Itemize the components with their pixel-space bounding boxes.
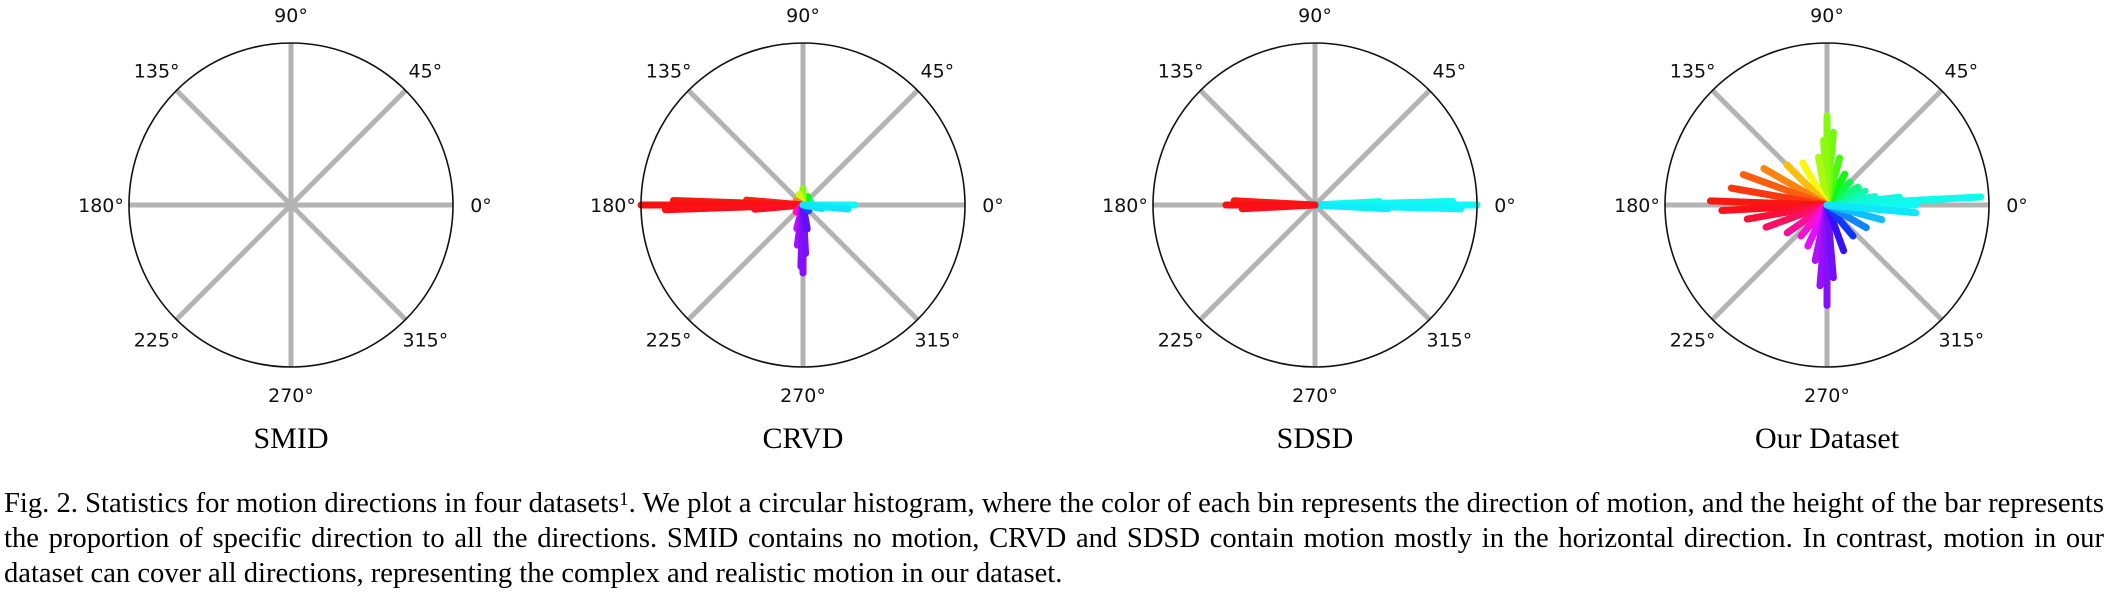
tick-label: 180° [1614,195,1660,217]
tick-label: 45° [409,61,443,83]
tick-label: 45° [1945,61,1979,83]
tick-label: 45° [1433,61,1467,83]
tick-label: 135° [134,61,180,83]
tick-label: 45° [921,61,955,83]
tick-label: 0° [982,195,1004,217]
histogram-bin [1238,201,1319,213]
tick-label: 225° [1158,329,1204,351]
gridline-315 [1313,203,1432,322]
gridline-225 [1198,203,1317,322]
tick-label: 135° [1158,61,1204,83]
histogram-bin [799,201,852,213]
panel-title: SMID [253,422,329,455]
histogram-bin [1311,201,1392,213]
polar-chart-3: 0° 45° 90° 135° 180° 225° 270° 315° [1614,5,2028,407]
tick-label: 90° [1298,5,1332,27]
tick-label: 90° [786,5,820,27]
polar-chart-0: 0° 45° 90° 135° 180° 225° 270° 315° [78,5,492,407]
gridline-45 [801,88,920,207]
panel-title: Our Dataset [1754,422,1900,455]
tick-label: 270° [780,385,826,407]
tick-label: 90° [1810,5,1844,27]
tick-label: 180° [1102,195,1148,217]
figure-caption: Fig. 2. Statistics for motion directions… [4,486,2104,591]
gridline-315 [289,203,408,322]
caption-prefix: Fig. 2. Statistics for motion directions… [4,488,620,519]
tick-label: 270° [268,385,314,407]
gridline-45 [1313,88,1432,207]
tick-label: 180° [590,195,636,217]
gridline-225 [686,203,805,322]
gridline-135 [686,88,805,207]
tick-label: 0° [1494,195,1516,217]
tick-label: 135° [1670,61,1716,83]
gridline-135 [174,88,293,207]
tick-label: 315° [1938,329,1984,351]
tick-label: 225° [134,329,180,351]
tick-label: 225° [646,329,692,351]
tick-label: 315° [402,329,448,351]
gridline-45 [289,88,408,207]
caption-footnote-mark: 1 [619,489,629,510]
gridline-135 [1198,88,1317,207]
tick-label: 90° [274,5,308,27]
gridline-225 [174,203,293,322]
polar-chart-2: 0° 45° 90° 135° 180° 225° 270° 315° [1102,5,1516,407]
tick-label: 180° [78,195,124,217]
tick-label: 225° [1670,329,1716,351]
tick-label: 0° [470,195,492,217]
tick-label: 135° [646,61,692,83]
gridline-315 [801,203,920,322]
tick-label: 270° [1292,385,1338,407]
tick-label: 315° [1426,329,1472,351]
panel-title: SDSD [1276,422,1354,455]
tick-label: 270° [1804,385,1850,407]
polar-chart-1: 0° 45° 90° 135° 180° 225° 270° 315° [590,5,1004,407]
tick-label: 315° [914,329,960,351]
panel-title: CRVD [762,422,844,455]
tick-label: 0° [2006,195,2028,217]
